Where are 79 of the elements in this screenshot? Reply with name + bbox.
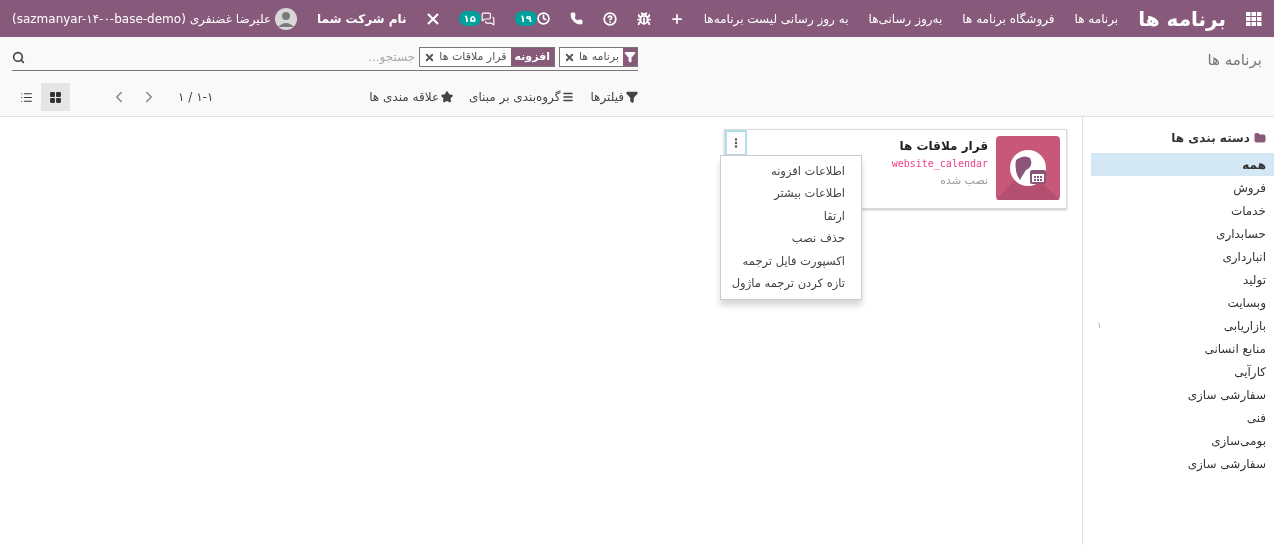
messages-icon[interactable]: [480, 11, 495, 26]
dropdown-toggle[interactable]: علاقه مندی ها: [369, 88, 454, 106]
message-count-badge: ۱۵: [458, 11, 481, 26]
menu-link[interactable]: برنامه ها: [1074, 9, 1119, 28]
dropdown-item[interactable]: اطلاعات افزونه: [721, 160, 861, 183]
remove-icon[interactable]: [424, 51, 436, 63]
sidebar-item[interactable]: وبسایت: [1091, 291, 1274, 314]
pager-value: ۱-۱ / ۱: [178, 89, 214, 106]
breadcrumb: برنامه ها: [1207, 50, 1262, 71]
dropdown-item[interactable]: تازه کردن ترجمه ماژول: [721, 272, 861, 295]
facet-value: قرار ملاقات ها: [438, 48, 508, 65]
category-label: خدمات: [1230, 202, 1266, 220]
category-label: فروش: [1233, 179, 1266, 197]
grid-icon: [49, 90, 62, 104]
sidebar-title: دسته بندی ها: [1171, 130, 1250, 147]
install-status: نصب شده: [940, 173, 988, 189]
facet-value: برنامه ها: [578, 48, 620, 65]
category-label: همه: [1242, 156, 1266, 174]
view-switch-button[interactable]: [41, 83, 70, 111]
category-label: انبارداری: [1222, 248, 1266, 266]
plus-icon[interactable]: [669, 11, 684, 26]
bug-icon[interactable]: [637, 11, 651, 26]
dropdown-item[interactable]: اکسپورت فایل ترجمه: [721, 250, 861, 273]
category-label: سفارشی سازی: [1187, 455, 1266, 473]
menu-link[interactable]: به روز رسانی لیست برنامه‌ها: [703, 9, 849, 28]
dropdown-toggle[interactable]: گروه‌بندی بر مبنای: [469, 88, 575, 106]
menu-link[interactable]: به‌روز رسانی‌ها: [868, 9, 943, 28]
menu-icon: [562, 91, 575, 103]
search-field[interactable]: برنامه ها افزونه قرار ملاقات ها جستجو...: [12, 47, 638, 71]
module-name: قرار ملاقات ها: [899, 138, 988, 155]
folder-icon: [1254, 132, 1266, 144]
filter-icon: [623, 48, 637, 66]
remove-icon[interactable]: [564, 51, 575, 63]
technical-name: website_calendar: [891, 157, 988, 171]
sidebar-item[interactable]: منابع انسانی: [1091, 337, 1274, 360]
dropdown-toggle[interactable]: فیلترها: [590, 88, 638, 106]
category-label: وبسایت: [1227, 294, 1266, 312]
app-title: برنامه ها: [1138, 5, 1226, 33]
dropdown-item[interactable]: اطلاعات بیشتر: [721, 182, 861, 205]
category-label: فنی: [1246, 409, 1266, 427]
category-label: بومی‌سازی: [1211, 432, 1266, 450]
module-icon: [996, 136, 1060, 200]
list-icon: [20, 90, 33, 104]
dropdown-item[interactable]: ارتقا: [721, 205, 861, 228]
search-icon[interactable]: [12, 50, 25, 64]
category-label: سفارشی سازی: [1187, 386, 1266, 404]
user-name[interactable]: علیرضا غضنفری (sazmanyar-۱۴-۰-base-demo): [12, 9, 272, 28]
avatar[interactable]: [275, 7, 298, 30]
help-icon[interactable]: [603, 11, 617, 26]
category-label: حسابداری: [1216, 225, 1266, 243]
facet-field: افزونه: [510, 48, 554, 66]
sidebar-item[interactable]: سفارشی سازی: [1091, 383, 1274, 406]
category-label: کارآیی: [1234, 363, 1266, 381]
star-icon: [441, 91, 454, 103]
menu-link[interactable]: فروشگاه برنامه ها: [962, 9, 1055, 28]
category-label: بازاریابی: [1223, 317, 1266, 335]
sidebar-item[interactable]: حسابداری: [1091, 222, 1274, 245]
sidebar-item[interactable]: بومی‌سازی: [1091, 429, 1274, 452]
category-label: منابع انسانی: [1204, 340, 1266, 358]
sidebar-item[interactable]: تولید: [1091, 268, 1274, 291]
search-input[interactable]: جستجو...: [29, 48, 416, 66]
apps-menu-icon[interactable]: [1246, 11, 1262, 26]
sidebar-item[interactable]: انبارداری: [1091, 245, 1274, 268]
filter-icon: [626, 91, 638, 103]
company-name[interactable]: نام شرکت شما: [317, 9, 407, 28]
sidebar-item[interactable]: همه: [1091, 153, 1274, 176]
clock-icon[interactable]: [537, 12, 550, 25]
sidebar-item[interactable]: کارآیی: [1091, 360, 1274, 383]
sidebar-item[interactable]: خدمات: [1091, 199, 1274, 222]
sidebar-item[interactable]: سفارشی سازی: [1091, 452, 1274, 475]
dropdown-item[interactable]: حذف نصب: [721, 227, 861, 250]
category-count: ۱: [1097, 318, 1102, 332]
card-menu-button[interactable]: [725, 130, 747, 156]
sidebar-item[interactable]: فروش: [1091, 176, 1274, 199]
sidebar-item[interactable]: بازاریابی ۱: [1091, 314, 1274, 337]
sidebar-item[interactable]: فنی: [1091, 406, 1274, 429]
activity-count-badge: ۱۹: [514, 11, 537, 26]
phone-icon[interactable]: [570, 12, 583, 25]
category-label: تولید: [1242, 271, 1266, 289]
